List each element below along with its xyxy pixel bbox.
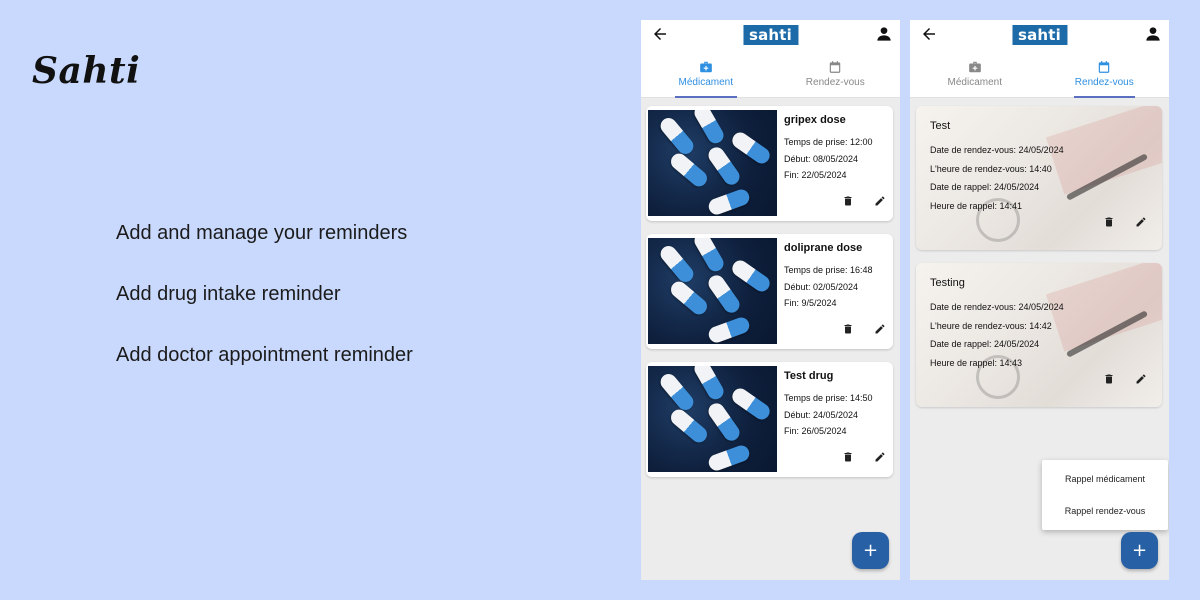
medication-end: Fin: 26/05/2024 [784, 426, 847, 436]
tab-label: Rendez-vous [805, 77, 865, 88]
appointment-hour: L'heure de rendez-vous: 14:42 [930, 320, 1052, 331]
delete-icon[interactable] [842, 323, 854, 335]
profile-icon[interactable] [876, 26, 892, 42]
medication-start: Début: 24/05/2024 [784, 409, 859, 420]
tab-bar: Médicament Rendez-vous [910, 58, 1169, 98]
edit-icon[interactable] [1135, 373, 1147, 385]
pills-image [648, 366, 777, 472]
delete-icon[interactable] [842, 195, 854, 207]
appointment-info: Testing Date de rendez-vous: 24/05/2024 … [930, 277, 1064, 372]
calendar-icon [828, 60, 842, 74]
back-arrow-icon[interactable] [920, 25, 938, 43]
appointment-name: Test [930, 120, 951, 132]
feature-item: Add doctor appointment reminder [116, 344, 413, 366]
appointment-card[interactable]: Test Date de rendez-vous: 24/05/2024 L'h… [916, 106, 1162, 250]
tab-label: Médicament [947, 77, 1002, 88]
pills-image [648, 110, 777, 216]
medication-card[interactable]: Test drug Temps de prise: 14:50 Début: 2… [646, 362, 893, 477]
phone-screen-medications: sahti Médicament Rendez-vous gripex dose… [641, 20, 900, 580]
edit-icon[interactable] [1135, 216, 1147, 228]
appointment-card[interactable]: Testing Date de rendez-vous: 24/05/2024 … [916, 263, 1162, 407]
appointment-info: Test Date de rendez-vous: 24/05/2024 L'h… [930, 120, 1064, 215]
feature-list: Add and manage your reminders Add drug i… [116, 220, 413, 403]
medication-start: Début: 02/05/2024 [784, 281, 859, 292]
medication-name: gripex dose [784, 114, 846, 126]
tab-medicament[interactable]: Médicament [910, 58, 1040, 97]
app-logo: sahti [742, 25, 799, 45]
delete-icon[interactable] [1103, 373, 1115, 385]
menu-item-medication-reminder[interactable]: Rappel médicament [1042, 463, 1168, 495]
pills-image [648, 238, 777, 344]
brand-title: Sahti [32, 50, 141, 92]
edit-icon[interactable] [874, 195, 886, 207]
medication-info: doliprane dose Temps de prise: 16:48 Déb… [784, 242, 873, 312]
add-reminder-menu: Rappel médicament Rappel rendez-vous [1042, 460, 1168, 530]
medication-info: Test drug Temps de prise: 14:50 Début: 2… [784, 370, 873, 440]
app-bar: sahti Médicament Rendez-vous [910, 20, 1169, 98]
back-arrow-icon[interactable] [651, 25, 669, 43]
feature-item: Add drug intake reminder [116, 283, 341, 305]
calendar-icon [1097, 60, 1111, 74]
medication-time: Temps de prise: 14:50 [784, 393, 873, 403]
reminder-hour: Heure de rappel: 14:43 [930, 357, 1023, 368]
edit-icon[interactable] [874, 323, 886, 335]
tab-rendez-vous[interactable]: Rendez-vous [1040, 58, 1170, 98]
medication-time: Temps de prise: 12:00 [784, 137, 873, 147]
medication-time: Temps de prise: 16:48 [784, 265, 873, 275]
add-button[interactable]: + [1121, 532, 1158, 569]
tab-label: Médicament [678, 77, 733, 88]
phone-screen-appointments: sahti Médicament Rendez-vous Test Date d… [910, 20, 1169, 580]
tab-rendez-vous[interactable]: Rendez-vous [771, 58, 901, 97]
medical-bag-icon [699, 60, 713, 74]
reminder-date: Date de rappel: 24/05/2024 [930, 339, 1040, 350]
medication-card[interactable]: gripex dose Temps de prise: 12:00 Début:… [646, 106, 893, 221]
delete-icon[interactable] [842, 451, 854, 463]
delete-icon[interactable] [1103, 216, 1115, 228]
medication-name: doliprane dose [784, 242, 863, 254]
medication-name: Test drug [784, 370, 834, 382]
feature-item: Add and manage your reminders [116, 222, 408, 244]
medication-info: gripex dose Temps de prise: 12:00 Début:… [784, 114, 873, 184]
add-button[interactable]: + [852, 532, 889, 569]
profile-icon[interactable] [1145, 26, 1161, 42]
medication-end: Fin: 9/5/2024 [784, 298, 837, 308]
medication-end: Fin: 22/05/2024 [784, 170, 847, 180]
medication-start: Début: 08/05/2024 [784, 153, 859, 164]
edit-icon[interactable] [874, 451, 886, 463]
medication-card[interactable]: doliprane dose Temps de prise: 16:48 Déb… [646, 234, 893, 349]
appointment-date: Date de rendez-vous: 24/05/2024 [930, 145, 1064, 155]
appointment-hour: L'heure de rendez-vous: 14:40 [930, 163, 1052, 174]
tab-medicament[interactable]: Médicament [641, 58, 771, 98]
reminder-date: Date de rappel: 24/05/2024 [930, 182, 1040, 193]
medical-bag-icon [968, 60, 982, 74]
tab-label: Rendez-vous [1074, 77, 1134, 88]
appointment-date: Date de rendez-vous: 24/05/2024 [930, 302, 1064, 312]
tab-bar: Médicament Rendez-vous [641, 58, 900, 98]
app-bar: sahti Médicament Rendez-vous [641, 20, 900, 98]
reminder-hour: Heure de rappel: 14:41 [930, 200, 1023, 211]
menu-item-appointment-reminder[interactable]: Rappel rendez-vous [1042, 495, 1168, 527]
app-logo: sahti [1011, 25, 1068, 45]
appointment-name: Testing [930, 277, 965, 289]
